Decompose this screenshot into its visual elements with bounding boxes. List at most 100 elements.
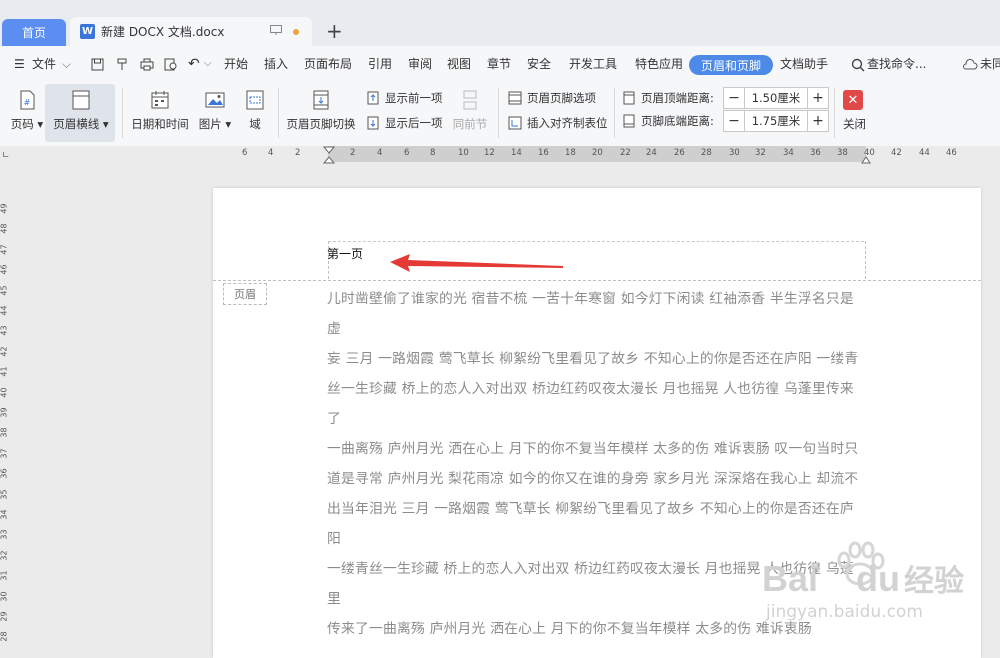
ruler-tick-label: 6 [404,148,410,158]
chevron-down-icon[interactable]: ⌵ [62,46,71,82]
menu-item-header-footer-label: 页眉和页脚 [700,58,761,73]
header-footer-options-button[interactable]: 页眉页脚选项 [508,90,596,106]
ruler-tick-label: 6 [242,148,248,158]
ruler-tick-label: 33 [0,529,9,540]
header-line-label: 页眉横线 ▾ [53,117,109,131]
footer-bottom-distance-value[interactable]: 1.75厘米 [744,111,808,131]
menu-item-chapter[interactable]: 章节 [487,46,511,82]
field-icon [246,90,264,110]
search-icon[interactable] [851,58,865,72]
header-boundary-line [213,280,981,281]
undo-icon[interactable]: ↶ [188,46,200,82]
page-number-button[interactable]: # 页码 ▾ [8,82,46,132]
close-header-footer-label[interactable]: 关闭 [843,116,866,132]
ruler-tick-label: 18 [565,148,576,158]
date-time-button[interactable]: 日期和时间 [130,82,190,132]
header-footer-switch-button[interactable]: 页眉页脚切换 [284,82,358,132]
ruler-tick-label: 47 [0,244,9,255]
right-indent-marker-icon[interactable] [861,156,871,164]
horizontal-ruler[interactable]: 6 4 2 2 4 6 8 10 12 14 16 18 20 22 24 26 28 30 32 34 36 38 40 4… [0,146,1000,164]
menu-item-header-footer[interactable]: 页眉和页脚 [689,55,773,75]
monitor-icon[interactable] [270,25,282,35]
plus-icon[interactable]: + [808,111,828,131]
ruler-tick-label: 44 [919,148,930,158]
ruler-tick-label: 20 [592,148,603,158]
ruler-tick-label: 28 [0,631,9,642]
picture-button[interactable]: 图片 ▾ [197,82,233,132]
header-text[interactable]: 第一页 [327,245,363,262]
header-footer-switch-label: 页眉页脚切换 [286,117,356,131]
header-line-button[interactable]: 页眉横线 ▾ [50,82,112,132]
menu-item-security[interactable]: 安全 [527,46,551,82]
minus-icon[interactable]: − [724,111,744,131]
menu-item-layout[interactable]: 页面布局 [304,46,352,82]
show-previous-button[interactable]: 显示前一项 [366,90,443,106]
ruler-tick-label: 42 [0,346,9,357]
ruler-tick-label: 42 [891,148,902,158]
undo-dropdown-icon[interactable]: ⌵ [204,46,212,82]
header-top-distance-stepper[interactable]: − 1.50厘米 + [723,87,829,109]
header-top-distance-value[interactable]: 1.50厘米 [744,88,808,108]
ruler-tick-label: 22 [620,148,631,158]
close-icon[interactable]: ✕ [843,90,863,110]
ruler-tick-label: 44 [0,305,9,316]
ruler-tick-label: 31 [0,570,9,581]
hamburger-icon[interactable]: ☰ [14,46,25,82]
new-tab-button[interactable]: + [326,21,343,41]
ruler-tick-label: 28 [701,148,712,158]
menu-item-review[interactable]: 审阅 [408,46,432,82]
plus-icon[interactable]: + [808,88,828,108]
format-painter-icon[interactable] [116,58,129,71]
field-label: 域 [249,117,261,131]
ruler-tick-label: 39 [0,407,9,418]
footer-distance-icon [623,114,635,128]
sync-status: 未同 [980,57,1000,71]
ruler-tick-label: 46 [0,264,9,275]
vertical-ruler[interactable]: 49 48 47 46 45 44 43 42 41 40 39 38 37 36 35 34 33 32 31 30… [0,164,12,649]
ruler-tick-label: 8 [430,148,436,158]
menu-item-special[interactable]: 特色应用 [635,46,683,82]
ruler-tick-label: 49 [0,203,9,214]
footer-bottom-distance-label: 页脚底端距离: [622,113,714,129]
ruler-tick-label: 12 [484,148,495,158]
ruler-tick-label: 24 [646,148,657,158]
tab-document[interactable]: W 新建 DOCX 文档.docx [70,17,312,46]
ruler-tick-label: 34 [0,509,9,520]
menu-item-view[interactable]: 视图 [447,46,471,82]
ruler-tick-label: 48 [0,223,9,234]
insert-tab-stop-button[interactable]: 插入对齐制表位 [508,115,608,131]
body-line: 儿时凿壁偷了谁家的光 宿昔不梳 一苦十年寒窗 如今灯下闲读 红袖添香 半生浮名只… [327,291,854,337]
header-footer-options-label: 页眉页脚选项 [527,91,596,105]
print-icon[interactable] [140,58,154,71]
tab-type-icon[interactable]: ∟ [2,151,10,161]
watermark-url: jingyan.baidu.com [766,602,923,622]
menu-item-developer[interactable]: 开发工具 [569,46,617,82]
menu-item-insert[interactable]: 插入 [264,46,288,82]
field-button[interactable]: 域 [242,82,268,132]
menu-item-references[interactable]: 引用 [368,46,392,82]
show-next-icon [367,116,379,130]
same-as-previous-label: 同前节 [452,117,488,131]
print-preview-icon[interactable] [164,58,178,71]
footer-bottom-distance-stepper[interactable]: − 1.75厘米 + [723,110,829,132]
search-command-input[interactable]: 查找命令... [867,46,926,82]
ruler-tick-label: 35 [0,489,9,500]
same-as-previous-button[interactable]: 同前节 [450,82,490,132]
ruler-tick-label: 34 [783,148,794,158]
tab-home[interactable]: 首页 [2,19,66,46]
minus-icon[interactable]: − [724,88,744,108]
ruler-tick-label: 2 [295,148,301,158]
menu-file[interactable]: 文件 [32,46,56,82]
indent-marker-icon[interactable] [323,146,335,164]
save-icon[interactable] [91,58,104,71]
show-previous-icon [367,91,379,105]
ruler-tick-label: 2 [350,148,356,158]
menu-item-start[interactable]: 开始 [224,46,248,82]
ruler-tick-label: 46 [946,148,957,158]
ruler-tick-label: 29 [0,611,9,622]
options-icon [508,91,522,105]
show-next-button[interactable]: 显示后一项 [366,115,443,131]
menu-item-assistant[interactable]: 文档助手 [780,46,828,82]
cloud-icon[interactable] [962,58,978,71]
ruler-tick-label: 32 [0,550,9,561]
